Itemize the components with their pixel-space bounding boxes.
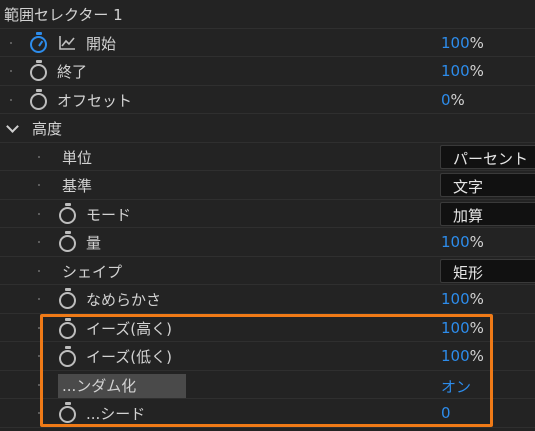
- property-label: オフセット: [57, 91, 133, 110]
- stopwatch-icon[interactable]: [30, 31, 47, 53]
- dropdown-value: 加算: [453, 206, 484, 225]
- row-dot: [38, 184, 40, 186]
- row-dot: [38, 212, 40, 215]
- chevron-down-icon[interactable]: [6, 120, 19, 133]
- range-selector-header[interactable]: 範囲セレクター 1: [0, 0, 535, 29]
- property-row-mode[interactable]: モード 加算: [0, 200, 535, 228]
- row-dot: [38, 269, 40, 272]
- stopwatch-icon[interactable]: [59, 231, 76, 252]
- property-value[interactable]: 100%: [441, 290, 484, 308]
- property-value[interactable]: 100%: [441, 233, 484, 251]
- dropdown-value: 矩形: [453, 263, 484, 282]
- property-row-offset[interactable]: オフセット 0%: [0, 86, 535, 114]
- property-label: なめらかさ: [86, 291, 162, 309]
- row-dot: [38, 155, 40, 158]
- shape-dropdown[interactable]: 矩形: [440, 258, 535, 283]
- property-row-based-on[interactable]: 基準 文字: [0, 171, 535, 200]
- row-dot: [10, 41, 12, 44]
- property-row-amount[interactable]: 量 100%: [0, 228, 535, 257]
- units-dropdown[interactable]: パーセント: [440, 144, 535, 169]
- dropdown-value: 文字: [453, 178, 484, 196]
- stopwatch-icon[interactable]: [59, 288, 76, 309]
- property-label: 終了: [57, 63, 88, 81]
- based-on-dropdown[interactable]: 文字: [440, 173, 535, 197]
- property-row-units[interactable]: 単位 パーセント: [0, 143, 535, 171]
- property-label: 開始: [86, 34, 117, 53]
- property-value[interactable]: 0%: [441, 91, 465, 109]
- section-title: 範囲セレクター 1: [4, 6, 123, 24]
- dropdown-value: パーセント: [453, 149, 529, 168]
- mode-dropdown[interactable]: 加算: [440, 201, 535, 226]
- property-label: 基準: [62, 177, 93, 195]
- property-row-end[interactable]: 終了 100%: [0, 57, 535, 86]
- property-label: モード: [86, 205, 132, 224]
- property-row-start[interactable]: 開始 100%: [0, 29, 535, 57]
- stopwatch-icon[interactable]: [30, 60, 47, 81]
- property-value[interactable]: 100%: [441, 62, 484, 80]
- property-row-smoothness[interactable]: なめらかさ 100%: [0, 285, 535, 314]
- row-dot: [10, 98, 12, 101]
- row-dot: [38, 298, 40, 300]
- row-dot: [38, 241, 40, 243]
- stopwatch-icon[interactable]: [59, 202, 76, 224]
- property-value[interactable]: 100%: [441, 34, 484, 52]
- property-label: シェイプ: [62, 262, 123, 281]
- stopwatch-icon[interactable]: [30, 88, 47, 110]
- graph-icon[interactable]: [59, 35, 76, 50]
- group-title: 高度: [32, 120, 63, 138]
- property-label: 単位: [62, 148, 93, 167]
- row-dot: [10, 70, 12, 72]
- property-row-shape[interactable]: シェイプ 矩形: [0, 257, 535, 285]
- annotation-highlight-box: [40, 314, 493, 427]
- advanced-group-header[interactable]: 高度: [0, 114, 535, 143]
- property-label: 量: [86, 234, 102, 252]
